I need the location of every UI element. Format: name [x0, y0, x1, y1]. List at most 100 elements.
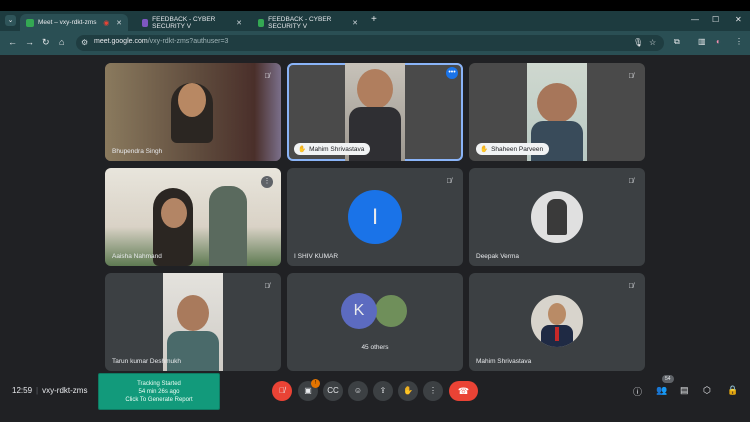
participant-tile[interactable]: 🎙̸ ✋ Shaheen Parveen — [469, 63, 645, 161]
chat-icon[interactable]: ▤ — [680, 385, 689, 396]
new-tab-icon[interactable]: + — [371, 14, 377, 25]
more-options-icon[interactable]: ••• — [446, 67, 458, 79]
more-options-icon[interactable]: ⋮ — [423, 381, 443, 401]
participant-name: Tarun kumar Deshmukh — [112, 358, 181, 365]
forms-favicon-icon — [142, 18, 149, 27]
others-tile[interactable]: K 45 others — [287, 273, 463, 371]
mic-off-icon: 🎙̸ — [264, 283, 270, 290]
tracker-report-link: Click To Generate Report — [125, 397, 193, 403]
participant-name: Aaisha Nahmand — [112, 253, 162, 260]
side-panel-icon[interactable]: ▥ — [698, 37, 706, 46]
profile-icon[interactable]: ◐ — [716, 37, 721, 46]
address-bar: ← → ↻ ⌂ ⚙ meet.google.com/vxy-rdkt-zms?a… — [0, 31, 750, 55]
video-feed — [105, 168, 281, 266]
face — [537, 83, 577, 123]
menu-icon[interactable]: ⋮ — [735, 37, 743, 46]
tab-label: Meet – vxy-rdkt-zms — [38, 19, 97, 26]
avatar: I — [348, 190, 402, 244]
url-field[interactable]: ⚙ meet.google.com/vxy-rdkt-zms?authuser=… — [76, 35, 664, 51]
tab-search-icon[interactable]: ⌄ — [5, 15, 16, 26]
people-icon[interactable]: 👥 — [656, 385, 667, 396]
meet-favicon-icon — [26, 18, 34, 27]
avatar — [373, 293, 409, 329]
participant-tile[interactable]: 🎙̸ Bhupendra Singh — [105, 63, 281, 161]
avatar: K — [341, 293, 377, 329]
meet-stage: 🎙̸ Bhupendra Singh ••• ✋ Mahim Shrivastav… — [0, 55, 750, 422]
forward-icon[interactable]: → — [25, 37, 34, 47]
mic-off-icon: 🎙̸ — [628, 73, 634, 80]
tab-strip: ⌄ Meet – vxy-rdkt-zms ◉ ✕ FEEDBACK - CYB… — [0, 11, 750, 31]
reload-icon[interactable]: ↻ — [42, 37, 50, 48]
home-icon[interactable]: ⌂ — [59, 37, 64, 47]
recording-icon: ◉ — [103, 19, 110, 27]
maximize-icon[interactable]: ☐ — [712, 15, 719, 24]
background-person — [209, 186, 247, 266]
end-call-icon[interactable]: ☎ — [449, 381, 478, 401]
extensions-icon[interactable]: ⧉ — [674, 37, 680, 47]
face — [357, 69, 393, 109]
person-silhouette — [531, 121, 583, 161]
mic-off-icon: 🎙̸ — [628, 178, 634, 185]
site-info-icon[interactable]: ⚙ — [81, 38, 88, 47]
face — [161, 198, 187, 228]
others-count: 45 others — [361, 344, 389, 351]
participant-count: 54 — [662, 375, 674, 383]
close-icon[interactable]: ✕ — [116, 19, 122, 27]
window-close-icon[interactable]: ✕ — [735, 15, 742, 24]
participant-name: Mahim Shrivastava — [476, 358, 532, 365]
mic-off-icon: 🎙̸ — [628, 283, 634, 290]
tab-feedback-2[interactable]: FEEDBACK - CYBER SECURITY V ✕ — [252, 14, 364, 31]
mic-idle-icon: ⋮ — [261, 176, 273, 188]
host-controls-lock-icon[interactable]: 🔒 — [727, 385, 738, 396]
mic-off-icon[interactable]: 🎙̸ — [272, 381, 292, 401]
minimize-icon[interactable]: — — [691, 15, 699, 24]
meeting-info: 12:59 | vxy-rdkt-zms — [12, 386, 88, 395]
close-icon[interactable]: ✕ — [352, 19, 358, 27]
participant-name: ✋ Mahim Shrivastava — [294, 143, 371, 155]
close-icon[interactable]: ✕ — [236, 19, 242, 27]
tab-label: FEEDBACK - CYBER SECURITY V — [268, 15, 332, 30]
activities-icon[interactable]: ⬡ — [703, 385, 711, 396]
participant-tile[interactable]: 🎙̸ Tarun kumar Deshmukh — [105, 273, 281, 371]
url-text: meet.google.com/vxy-rdkt-zms?authuser=3 — [94, 38, 229, 45]
tracker-elapsed: 54 min 26s ago — [138, 389, 180, 395]
person-silhouette — [167, 331, 219, 371]
participant-tile[interactable]: I 🎙̸ I SHIV KUMAR — [287, 168, 463, 266]
participant-tile[interactable]: 🎙̸ Mahim Shrivastava — [469, 273, 645, 371]
mic-off-icon: 🎙̸ — [264, 73, 270, 80]
face — [177, 295, 209, 331]
participant-name: I SHIV KUMAR — [294, 253, 339, 260]
camera-warning-badge: ! — [311, 379, 320, 388]
sheets-favicon-icon — [258, 18, 265, 27]
raise-hand-icon: ✋ — [298, 146, 307, 153]
present-icon[interactable]: ⇪ — [373, 381, 393, 401]
tab-label: FEEDBACK - CYBER SECURITY V — [152, 15, 216, 30]
raise-hand-icon[interactable]: ✋ — [398, 381, 418, 401]
attendance-tracker-button[interactable]: Tracking Started 54 min 26s ago Click To… — [98, 373, 220, 410]
avatar-photo — [547, 199, 567, 235]
tab-meet[interactable]: Meet – vxy-rdkt-zms ◉ ✕ — [20, 14, 128, 31]
participant-name: Bhupendra Singh — [112, 148, 163, 155]
mic-icon[interactable]: 🎙 — [633, 38, 643, 47]
face — [178, 83, 206, 117]
mic-off-icon: 🎙̸ — [446, 178, 452, 185]
participant-tile-speaking[interactable]: ••• ✋ Mahim Shrivastava — [287, 63, 463, 161]
meeting-code: vxy-rdkt-zms — [42, 386, 88, 395]
tab-feedback-1[interactable]: FEEDBACK - CYBER SECURITY V ✕ — [136, 14, 248, 31]
tracker-status: Tracking Started — [137, 381, 181, 387]
avatar-photo — [531, 295, 583, 347]
participant-tile[interactable]: 🎙̸ Deepak Verma — [469, 168, 645, 266]
screen: ⌄ Meet – vxy-rdkt-zms ◉ ✕ FEEDBACK - CYB… — [0, 0, 750, 422]
back-icon[interactable]: ← — [8, 37, 17, 47]
clock: 12:59 — [12, 386, 33, 395]
participant-name: ✋ Shaheen Parveen — [476, 143, 550, 155]
bookmark-star-icon[interactable]: ☆ — [649, 38, 656, 47]
participant-name: Deepak Verma — [476, 253, 519, 260]
avatar — [531, 191, 583, 243]
info-icon[interactable]: ⓘ — [633, 385, 642, 398]
raise-hand-icon: ✋ — [480, 146, 489, 153]
emoji-icon[interactable]: ☺ — [348, 381, 368, 401]
participant-tile[interactable]: ⋮ Aaisha Nahmand — [105, 168, 281, 266]
avatar — [531, 295, 583, 347]
captions-icon[interactable]: CC — [323, 381, 343, 401]
